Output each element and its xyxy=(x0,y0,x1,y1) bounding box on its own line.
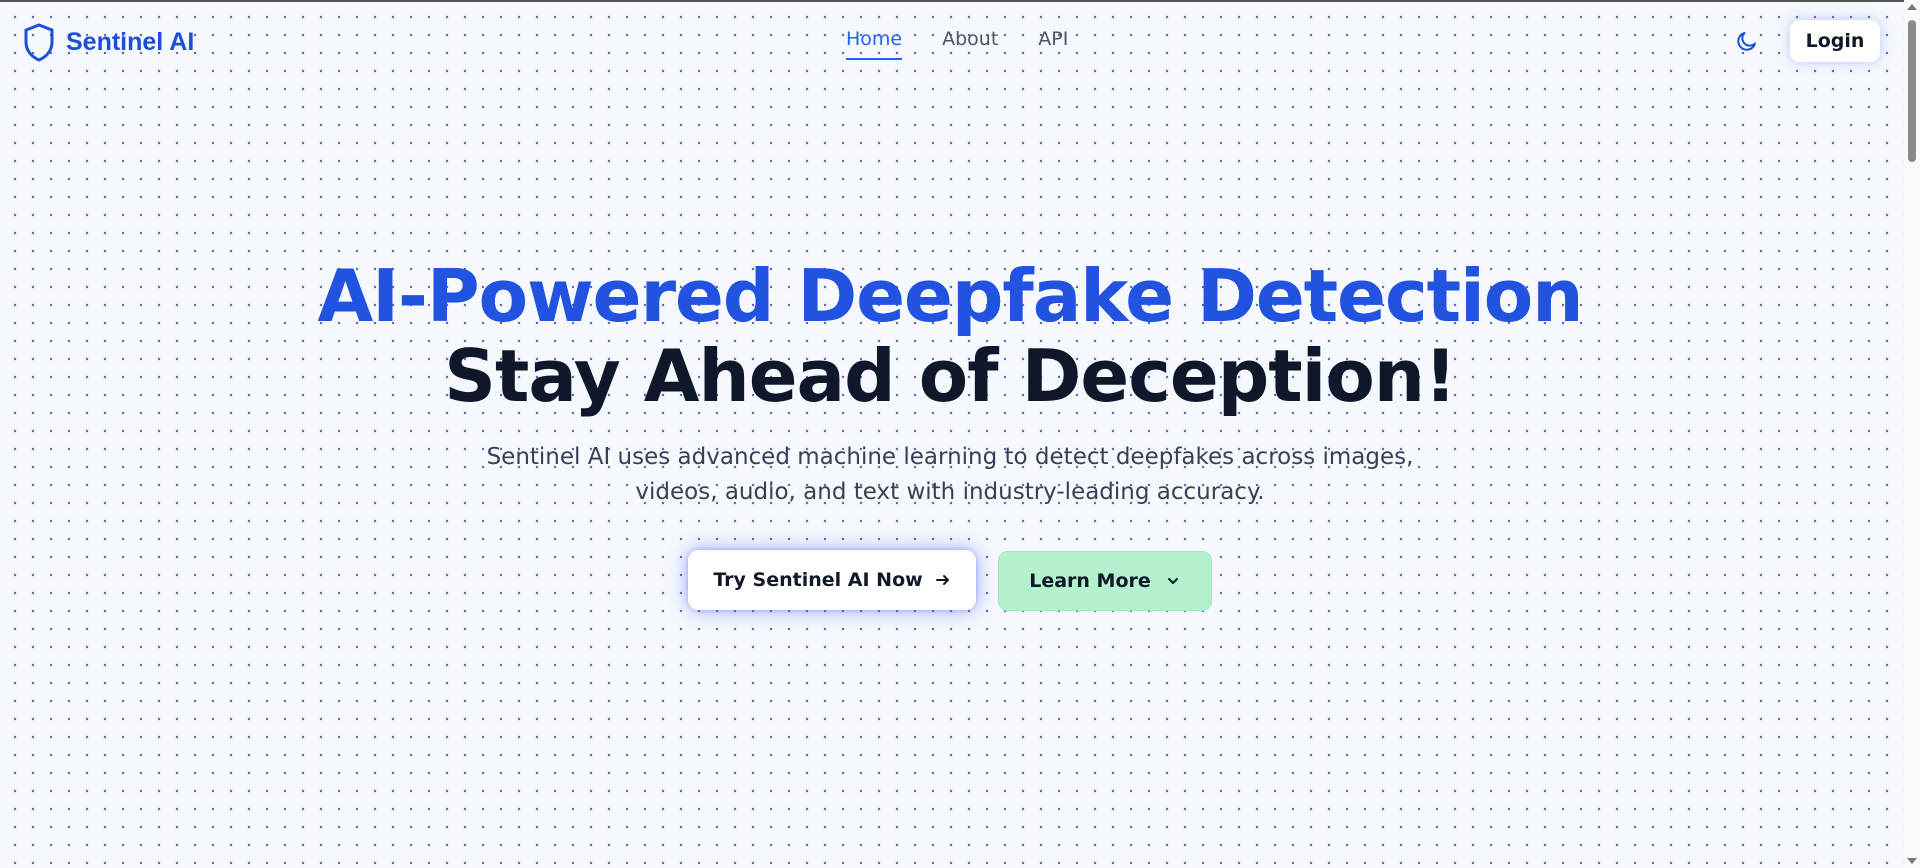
main-nav: Home About API xyxy=(846,28,1068,60)
hero-title: AI-Powered Deepfake Detection Stay Ahead… xyxy=(0,256,1900,416)
chevron-down-icon xyxy=(1167,578,1178,584)
brand-name: Sentinel AI xyxy=(66,27,195,56)
nav-item-api[interactable]: API xyxy=(1038,28,1068,60)
hero-title-line1: AI-Powered Deepfake Detection xyxy=(0,256,1900,336)
login-button[interactable]: Login xyxy=(1790,20,1880,62)
hero-title-line2: Stay Ahead of Deception! xyxy=(444,334,1457,418)
nav-item-home[interactable]: Home xyxy=(846,28,903,60)
shield-icon xyxy=(24,23,54,62)
page-scrollbar[interactable] xyxy=(1904,0,1920,868)
learn-more-label: Learn More xyxy=(1029,570,1151,592)
moon-icon xyxy=(1737,32,1756,51)
try-sentinel-label: Try Sentinel AI Now xyxy=(713,569,923,591)
scrollbar-thumb[interactable] xyxy=(1908,20,1916,162)
scroll-down-arrow[interactable] xyxy=(1907,858,1917,864)
brand-logo-link[interactable]: Sentinel AI xyxy=(22,22,194,62)
hero-subtitle: Sentinel AI uses advanced machine learni… xyxy=(486,444,1414,505)
try-sentinel-button[interactable]: Try Sentinel AI Now xyxy=(688,550,976,610)
nav-item-about[interactable]: About xyxy=(942,28,998,60)
learn-more-button[interactable]: Learn More xyxy=(998,551,1212,611)
arrow-right-icon xyxy=(935,575,949,585)
window-top-border xyxy=(0,0,1920,2)
scroll-up-arrow[interactable] xyxy=(1907,4,1917,10)
theme-toggle-button[interactable] xyxy=(1732,26,1762,56)
